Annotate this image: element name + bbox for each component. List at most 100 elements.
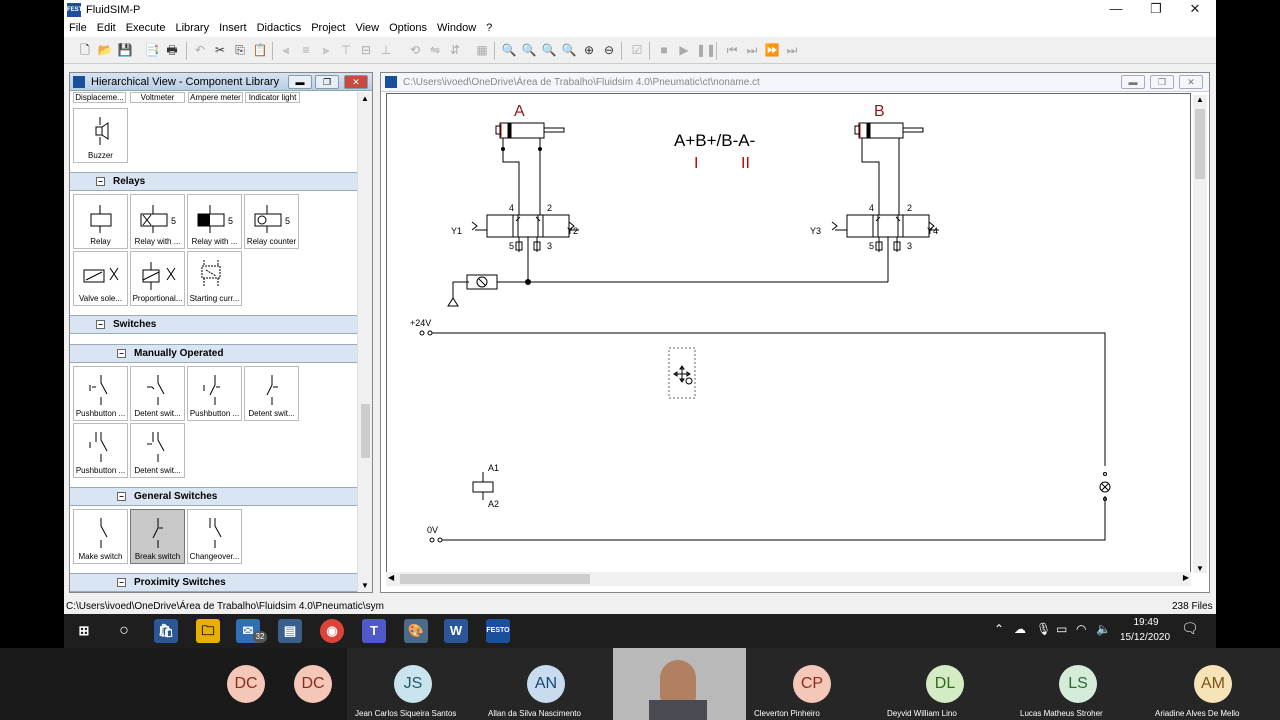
align-right-icon[interactable]: ⫸ <box>318 42 334 58</box>
library-item-relay[interactable]: Relay <box>73 194 128 249</box>
circuit-canvas[interactable]: A B A+B+/B-A- I II 4 2 5 3 Y1 Y2 4 2 5 3… <box>386 93 1191 573</box>
menu-file[interactable]: File <box>69 22 93 34</box>
new-file-icon[interactable]: 🗋 <box>77 42 93 58</box>
menu-library[interactable]: Library <box>175 22 215 34</box>
menu-project[interactable]: Project <box>311 22 351 34</box>
rotate-icon[interactable]: ⟲ <box>407 42 423 58</box>
search-icon[interactable]: ○ <box>112 619 136 643</box>
save-icon[interactable]: 💾 <box>117 42 133 58</box>
category-general-switches[interactable]: − General Switches <box>70 487 358 506</box>
collapse-box-icon[interactable]: − <box>117 578 126 587</box>
battery-icon[interactable]: ▭ <box>1056 622 1067 636</box>
store-icon[interactable]: 🛍 <box>154 619 178 643</box>
word-icon[interactable]: W <box>444 619 468 643</box>
library-item-relay-switch-off[interactable]: 5 Relay with ... <box>187 194 242 249</box>
windows-start-icon[interactable]: ⊞ <box>72 619 96 643</box>
chrome-icon[interactable]: ◉ <box>320 619 344 643</box>
library-item-relay-counter[interactable]: 5 Relay counter <box>244 194 299 249</box>
check-drawing-icon[interactable]: ☑ <box>629 42 645 58</box>
library-item-detent-make[interactable]: Detent swit... <box>130 366 185 421</box>
canvas-horizontal-scrollbar[interactable]: ◀ ▶ <box>386 572 1191 586</box>
collapse-box-icon[interactable]: − <box>117 492 126 501</box>
paste-icon[interactable]: 📋 <box>252 42 268 58</box>
onedrive-icon[interactable]: ☁ <box>1014 622 1026 636</box>
paint-icon[interactable]: 🎨 <box>404 619 428 643</box>
zoom-out-icon[interactable]: ⊖ <box>601 42 617 58</box>
align-left-icon[interactable]: ⫷ <box>278 42 294 58</box>
circuit-minimize-button[interactable]: ▬ <box>1121 75 1145 89</box>
category-manually-operated[interactable]: − Manually Operated <box>70 344 358 363</box>
notifications-icon[interactable]: 🗨 <box>1181 620 1199 637</box>
align-top-icon[interactable]: ⊤ <box>338 42 354 58</box>
file-explorer-icon[interactable]: 🗀 <box>196 619 220 643</box>
grid-icon[interactable]: ▦ <box>474 42 490 58</box>
close-button[interactable]: ✕ <box>1175 0 1215 19</box>
canvas-vertical-scrollbar[interactable]: ▲ ▼ <box>1193 95 1207 573</box>
participant-tile[interactable]: JS Jean Carlos Siqueira Santos <box>347 648 480 720</box>
library-item-pushbutton-break[interactable]: Pushbutton ... <box>187 366 242 421</box>
reset-icon[interactable]: ⏮ <box>724 42 740 58</box>
library-minimize-button[interactable]: ▬ <box>288 75 312 89</box>
clock-time[interactable]: 19:49 <box>1124 617 1168 628</box>
cylinder-b[interactable]: B <box>854 103 924 154</box>
library-item-make-switch[interactable]: Make switch <box>73 509 128 564</box>
category-proximity-switches[interactable]: − Proximity Switches <box>70 573 358 592</box>
participant-tile[interactable]: LS Lucas Matheus Stroher <box>1012 648 1145 720</box>
volume-icon[interactable]: 🔈 <box>1096 622 1111 636</box>
participant-avatar[interactable]: DC <box>294 665 332 703</box>
align-bottom-icon[interactable]: ⊥ <box>378 42 394 58</box>
menu-edit[interactable]: Edit <box>97 22 122 34</box>
zoom-window-icon[interactable]: 🔍 <box>521 42 537 58</box>
library-item-voltmeter[interactable]: Voltmeter <box>130 92 185 103</box>
library-item-detent-changeover[interactable]: Detent swit... <box>130 423 185 478</box>
category-relays[interactable]: − Relays <box>70 172 358 191</box>
align-center-icon[interactable]: ≡ <box>298 42 314 58</box>
scroll-right-icon[interactable]: ▶ <box>1183 573 1189 582</box>
microphone-icon[interactable]: 🎙 <box>1036 622 1051 636</box>
category-switches[interactable]: − Switches <box>70 315 358 334</box>
library-item-relay-switch-on[interactable]: 5 Relay with ... <box>130 194 185 249</box>
canvas-hscroll-thumb[interactable] <box>400 574 590 584</box>
wifi-icon[interactable]: ◠ <box>1076 622 1086 636</box>
clock-date[interactable]: 15/12/2020 <box>1116 632 1174 643</box>
mirror-v-icon[interactable]: ⇵ <box>447 42 463 58</box>
library-restore-button[interactable]: ❐ <box>315 75 339 89</box>
scroll-down-icon[interactable]: ▼ <box>361 581 369 590</box>
collapse-box-icon[interactable]: − <box>96 177 105 186</box>
maximize-button[interactable]: ❐ <box>1136 0 1176 19</box>
library-item-indicator-light[interactable]: Indicator light <box>245 92 300 103</box>
valve-2[interactable]: 4 2 5 3 Y3 Y4 <box>810 203 939 282</box>
tray-expand-icon[interactable]: ⌃ <box>994 622 1004 636</box>
participant-tile[interactable]: AM Ariadine Alves De Mello <box>1145 648 1280 720</box>
library-close-button[interactable]: ✕ <box>344 75 368 89</box>
cylinder-a[interactable]: A <box>495 103 565 154</box>
open-library-icon[interactable]: 📑 <box>144 42 160 58</box>
library-item-buzzer[interactable]: Buzzer <box>73 108 128 163</box>
library-item-pushbutton-changeover[interactable]: Pushbutton ... <box>73 423 128 478</box>
collapse-box-icon[interactable]: − <box>117 349 126 358</box>
cut-icon[interactable]: ✂ <box>212 42 228 58</box>
minimize-button[interactable]: — <box>1096 0 1136 19</box>
library-item-valve-solenoid[interactable]: Valve sole... <box>73 251 128 306</box>
menu-view[interactable]: View <box>355 22 385 34</box>
circuit-restore-button[interactable]: ❐ <box>1150 75 1174 89</box>
fluidsim-taskbar-icon[interactable]: FESTO <box>486 619 510 643</box>
scroll-left-icon[interactable]: ◀ <box>388 573 394 582</box>
copy-icon[interactable]: ⎘ <box>232 42 248 58</box>
menu-window[interactable]: Window <box>437 22 482 34</box>
scroll-up-icon[interactable]: ▲ <box>361 94 369 103</box>
library-item-starting-current[interactable]: Starting curr... <box>187 251 242 306</box>
menu-didactics[interactable]: Didactics <box>257 22 308 34</box>
menu-execute[interactable]: Execute <box>126 22 172 34</box>
drag-placeholder[interactable] <box>668 347 696 399</box>
library-item-detent-break[interactable]: Detent swit... <box>244 366 299 421</box>
relay-coil[interactable]: A1 A2 <box>472 463 499 509</box>
circuit-close-button[interactable]: ✕ <box>1179 75 1203 89</box>
simulate-to-end-icon[interactable]: ⏭ <box>784 42 800 58</box>
presenter-video-tile[interactable] <box>613 648 746 720</box>
scroll-up-icon[interactable]: ▲ <box>1196 95 1204 104</box>
zoom-previous-icon[interactable]: 🔍 <box>541 42 557 58</box>
step-icon[interactable]: ⏭ <box>744 42 760 58</box>
menu-help[interactable]: ? <box>486 22 498 34</box>
service-unit[interactable] <box>447 274 498 307</box>
